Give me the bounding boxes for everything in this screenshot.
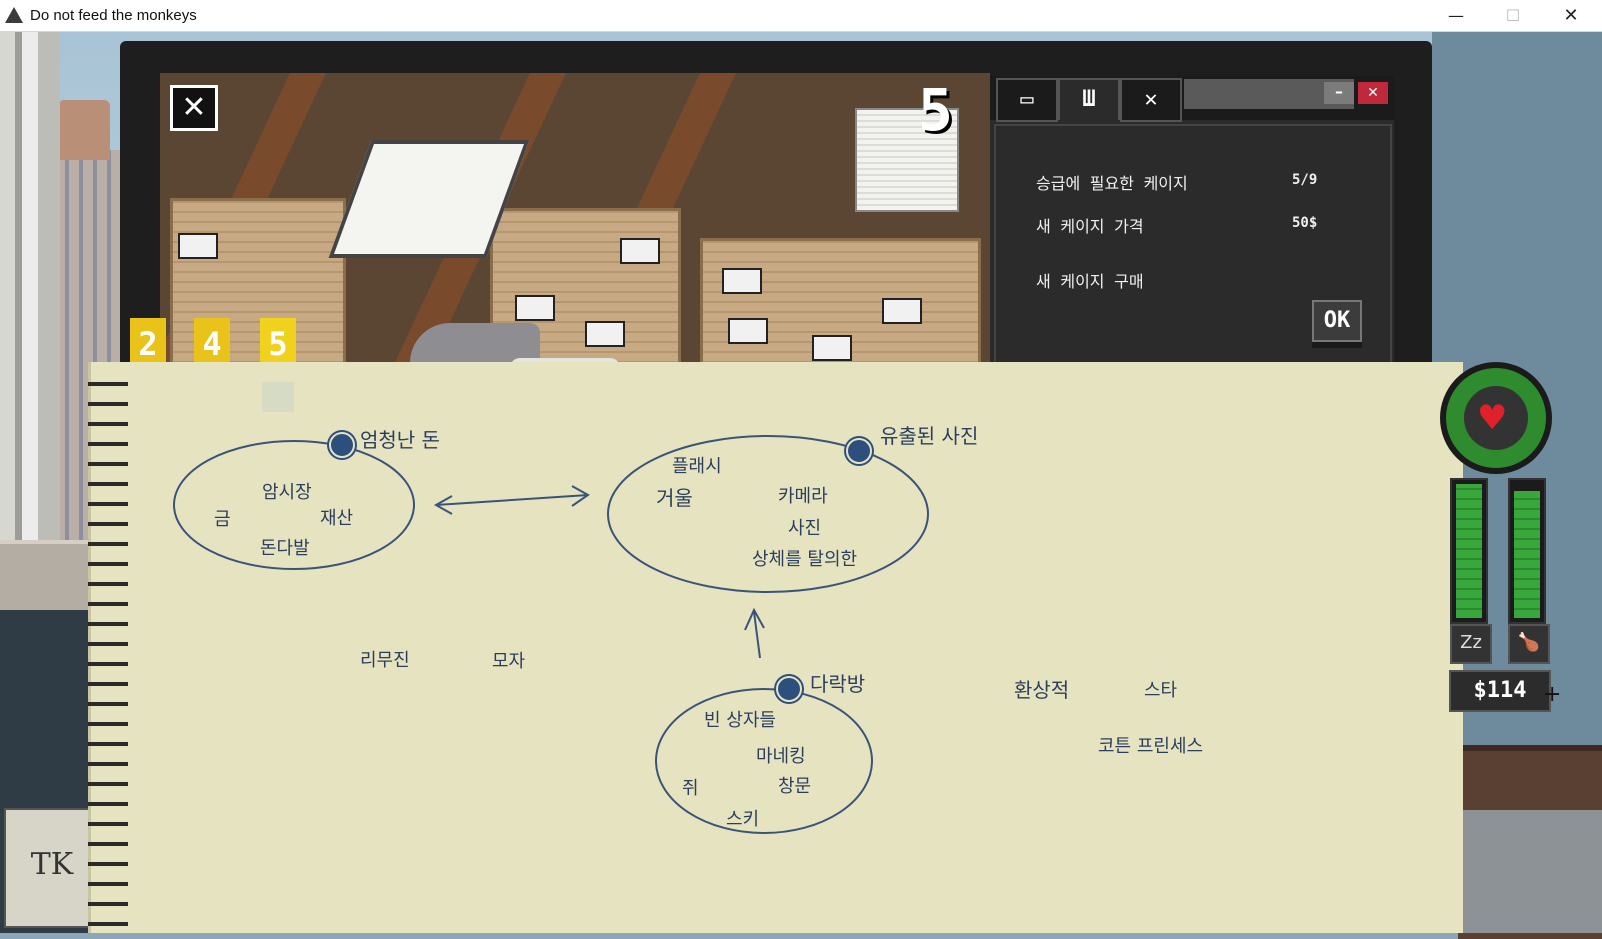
clue-word[interactable]: 사진	[788, 514, 821, 540]
new-cage-price-value: 50$	[1292, 215, 1318, 231]
clue-word[interactable]: 환상적	[1014, 674, 1069, 703]
buy-cage-label: 새 케이지 구매	[1036, 272, 1144, 291]
cages-needed-label: 승급에 필요한 케이지	[1036, 174, 1188, 193]
food-meter-fill	[1514, 491, 1540, 618]
panel-body: 승급에 필요한 케이지 5/9 새 케이지 가격 50$ 새 케이지 구매 OK	[994, 124, 1392, 366]
clue-word[interactable]: 빈 상자들	[704, 706, 776, 732]
clue-word[interactable]: 암시장	[262, 478, 312, 504]
clue-word[interactable]: 플래시	[672, 452, 722, 478]
film-icon[interactable]: ▭	[996, 78, 1058, 122]
clue-word[interactable]: 코튼 프린세스	[1098, 732, 1203, 758]
sleep-meter-fill	[1456, 484, 1482, 618]
eraser-icon[interactable]	[329, 432, 355, 458]
money-display: $114	[1449, 670, 1551, 712]
minimize-button[interactable]: —	[1433, 0, 1479, 31]
window-title: Do not feed the monkeys	[30, 7, 197, 24]
heart-icon: ♥	[1477, 398, 1508, 438]
eraser-icon[interactable]	[846, 438, 872, 464]
clue-word[interactable]: 카메라	[778, 482, 828, 508]
maximize-button[interactable]: ☐	[1490, 0, 1536, 31]
mouse-cursor: +	[1543, 682, 1562, 707]
food-meter	[1508, 478, 1546, 624]
tab-shadow	[262, 382, 294, 412]
clickable-object[interactable]	[812, 335, 852, 361]
clue-word[interactable]: 거울	[656, 482, 693, 511]
eraser-icon[interactable]	[776, 676, 802, 702]
cluster-title[interactable]: 엄청난 돈	[360, 424, 440, 453]
clickable-object[interactable]	[728, 318, 768, 344]
cage-upgrade-panel: ▭ Ш ✕ – ✕ 승급에 필요한 케이지 5/9 새 케이지 가격 50$ 새…	[990, 76, 1394, 366]
clue-word[interactable]: 금	[214, 505, 231, 531]
clue-word[interactable]: 마네킹	[756, 742, 806, 768]
cage-icon[interactable]: Ш	[1058, 78, 1120, 120]
clickable-object[interactable]	[585, 321, 625, 347]
water-tower	[58, 100, 110, 160]
camera-close-button[interactable]: ✕	[170, 85, 218, 131]
camera-number: 5	[918, 76, 953, 144]
clue-word[interactable]: 리무진	[360, 646, 410, 672]
clue-word[interactable]: 상체를 탈의한	[752, 545, 857, 571]
app-icon	[5, 7, 23, 23]
clickable-object[interactable]	[722, 268, 762, 294]
clickable-object[interactable]	[620, 238, 660, 264]
panel-minimize-button[interactable]: –	[1324, 82, 1354, 104]
clickable-object[interactable]	[178, 233, 218, 259]
notebook-spiral	[88, 370, 128, 933]
notebook-page[interactable]	[88, 362, 1463, 933]
cluster-title[interactable]: 유출된 사진	[880, 420, 978, 449]
floor-right	[1458, 810, 1602, 933]
clue-word[interactable]: 창문	[778, 772, 811, 798]
new-cage-price-label: 새 케이지 가격	[1036, 217, 1144, 236]
window-titlebar: Do not feed the monkeys — ☐ ✕	[0, 0, 1602, 32]
close-button[interactable]: ✕	[1548, 0, 1594, 31]
panel-tabbar: ▭ Ш ✕ – ✕	[990, 76, 1394, 122]
sleep-meter	[1450, 478, 1488, 624]
close-icon[interactable]: ✕	[1120, 78, 1182, 122]
clue-word[interactable]: 모자	[492, 647, 525, 673]
clickable-object[interactable]	[515, 295, 555, 321]
food-icon[interactable]: 🍗	[1508, 624, 1550, 664]
clue-word[interactable]: 재산	[320, 504, 353, 530]
ok-button[interactable]: OK	[1312, 300, 1362, 342]
sleep-icon[interactable]: Zz	[1450, 624, 1492, 664]
panel-close-button[interactable]: ✕	[1358, 82, 1388, 104]
clue-word[interactable]: 돈다발	[260, 534, 310, 560]
clickable-object[interactable]	[882, 298, 922, 324]
cluster-title[interactable]: 다락방	[810, 668, 865, 697]
clue-word[interactable]: 스키	[726, 805, 759, 831]
clue-word[interactable]: 스타	[1144, 676, 1177, 702]
clue-word[interactable]: 쥐	[682, 774, 699, 800]
cages-needed-value: 5/9	[1292, 172, 1318, 188]
stamp-logo: TK	[4, 808, 100, 928]
